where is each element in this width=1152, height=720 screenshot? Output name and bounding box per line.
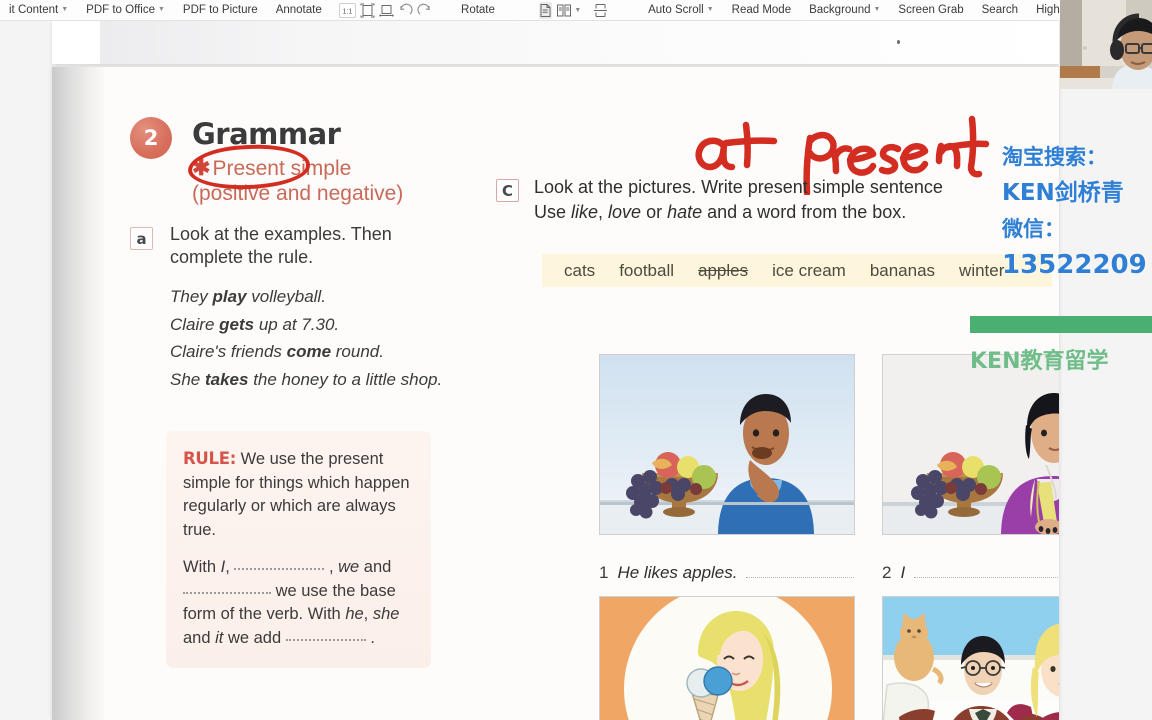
- exercise-letter-c: C: [496, 179, 519, 202]
- example-sentences: They play volleyball. Claire gets up at …: [170, 283, 470, 393]
- picture-girl-with-ice-cream: [599, 596, 855, 720]
- chevron-down-icon: ▼: [706, 6, 714, 13]
- toolbar-item-read-mode[interactable]: Read Mode: [723, 0, 800, 20]
- asterisk-icon: ✱: [192, 155, 211, 180]
- subtitle-line-2: (positive and negative): [192, 182, 404, 205]
- toolbar-item-label: Annotate: [275, 3, 322, 16]
- answer-row-2: 2 I .: [882, 563, 1059, 583]
- picture-boy-eating-fruit: [599, 354, 855, 535]
- answer-number: 2: [882, 563, 892, 582]
- answer-text[interactable]: He likes apples.: [617, 563, 737, 583]
- fill-in-blank[interactable]: [183, 591, 271, 594]
- toolbar-item-pdf-to-office[interactable]: PDF to Office ▼: [77, 0, 174, 20]
- continuous-scroll-icon[interactable]: [593, 2, 608, 19]
- word-bank-item[interactable]: cats: [564, 261, 595, 281]
- toolbar-item-search[interactable]: Search: [973, 0, 1027, 20]
- page-spine-shadow: [52, 67, 104, 720]
- watermark-line-4: 13522209: [1002, 250, 1147, 280]
- rule-paragraph-2: With I, , we and we use the base form of…: [183, 558, 400, 647]
- previous-page-content: [100, 21, 1059, 64]
- toolbar-item-label: Auto Scroll: [648, 4, 704, 16]
- rule-box: RULE: We use the present simple for thin…: [166, 431, 431, 668]
- svg-text:1:1: 1:1: [343, 8, 353, 15]
- example-sentence: Claire's friends come round.: [170, 342, 384, 361]
- chevron-down-icon: ▼: [61, 6, 69, 13]
- toolbar-item-label: Read Mode: [731, 3, 792, 16]
- actual-size-icon[interactable]: 1:1: [339, 2, 357, 18]
- dual-page-icon[interactable]: [556, 2, 573, 19]
- instructor-webcam-overlay[interactable]: [1060, 0, 1152, 89]
- watermark-line-3: 微信：: [1002, 217, 1065, 241]
- toolbar-item-label: Screen Grab: [898, 3, 964, 16]
- toolbar-item-label: Search: [981, 3, 1019, 16]
- toolbar-item-annotate[interactable]: Annotate: [267, 0, 331, 20]
- toolbar-item-label: PDF to Picture: [182, 3, 258, 16]
- answer-row-1: 1 He likes apples.: [599, 563, 855, 583]
- picture-woman-with-banana: [882, 354, 1059, 535]
- fit-page-icon[interactable]: [360, 2, 375, 19]
- answer-text[interactable]: I: [900, 563, 905, 583]
- single-page-icon[interactable]: [538, 1, 553, 19]
- rotate-right-icon[interactable]: [417, 2, 432, 19]
- subtitle-line-1: Present simple: [212, 157, 352, 180]
- example-sentence: They play volleyball.: [170, 287, 326, 306]
- answer-number: 1: [599, 563, 609, 582]
- green-banner-bar: [970, 316, 1152, 333]
- watermark-line-2: KEN剑桥青: [1002, 180, 1124, 206]
- word-bank-item-struck[interactable]: apples: [698, 261, 748, 281]
- page-title: Grammar: [192, 117, 341, 151]
- example-sentence: She takes the honey to a little shop.: [170, 369, 443, 389]
- example-sentence: Claire gets up at 7.30.: [170, 314, 340, 334]
- exercise-letter-a: a: [130, 227, 153, 250]
- previous-page-sliver: [52, 21, 1059, 64]
- pdf-viewer-canvas[interactable]: 2 Grammar ✱Present simple (positive and …: [0, 21, 1152, 720]
- rule-paragraph-1: RULE: We use the present simple for thin…: [183, 447, 414, 542]
- toolbar-item-screen-grab[interactable]: Screen Grab: [889, 0, 972, 20]
- exercise-c-instruction: Look at the pictures. Write present simp…: [534, 177, 943, 222]
- instruction-line-1: Look at the pictures. Write present simp…: [534, 177, 943, 197]
- picture-couple-on-sofa: [882, 596, 1059, 720]
- toolbar-item-background[interactable]: Background ▼: [800, 0, 889, 20]
- word-bank-box: cats football apples ice cream bananas w…: [542, 254, 1052, 287]
- chevron-down-icon: ▼: [873, 6, 881, 13]
- word-bank-item[interactable]: ice cream: [772, 261, 846, 281]
- chevron-down-icon: ▼: [157, 6, 165, 13]
- ink-dot-mark: [897, 40, 900, 44]
- toolbar-item-label: Background: [809, 4, 871, 16]
- rotate-left-icon[interactable]: [398, 2, 413, 19]
- word-bank-item[interactable]: winter: [959, 261, 1004, 281]
- word-bank-item[interactable]: football: [619, 261, 674, 281]
- chevron-down-icon[interactable]: ▼: [574, 7, 581, 14]
- green-banner-text: KEN教育留学: [970, 349, 1109, 374]
- toolbar-item-label: PDF to Office: [86, 4, 155, 16]
- toolbar-item-label: Rotate: [461, 3, 495, 16]
- toolbar-item-pdf-to-picture[interactable]: PDF to Picture: [174, 0, 267, 20]
- toolbar-item-edit-content[interactable]: it Content ▼: [0, 0, 77, 20]
- rule-keyword: RULE:: [183, 449, 236, 468]
- toolbar-item-label: it Content: [9, 4, 59, 16]
- workbook-page: 2 Grammar ✱Present simple (positive and …: [52, 67, 1059, 720]
- fill-in-blank[interactable]: [285, 638, 366, 641]
- word-bank-item[interactable]: bananas: [870, 261, 935, 281]
- promo-watermark: 淘宝搜索： KEN剑桥青 微信： 13522209: [1002, 139, 1152, 283]
- section-number-badge: 2: [130, 117, 172, 159]
- fit-width-icon[interactable]: [379, 2, 394, 19]
- app-toolbar: it Content ▼ PDF to Office ▼ PDF to Pictur…: [0, 0, 1152, 21]
- answer-blank-line[interactable]: [914, 577, 1059, 578]
- answer-blank-line[interactable]: [746, 577, 855, 578]
- section-number: 2: [143, 126, 159, 150]
- exercise-a-instruction: Look at the examples. Then complete the …: [170, 224, 392, 267]
- toolbar-item-auto-scroll[interactable]: Auto Scroll ▼: [639, 0, 723, 20]
- toolbar-item-rotate[interactable]: Rotate: [452, 0, 504, 20]
- watermark-line-1: 淘宝搜索：: [1002, 145, 1107, 169]
- section-subtitle: ✱Present simple (positive and negative): [192, 155, 462, 206]
- fill-in-blank[interactable]: [234, 568, 325, 570]
- page-content: 2 Grammar ✱Present simple (positive and …: [104, 67, 1059, 720]
